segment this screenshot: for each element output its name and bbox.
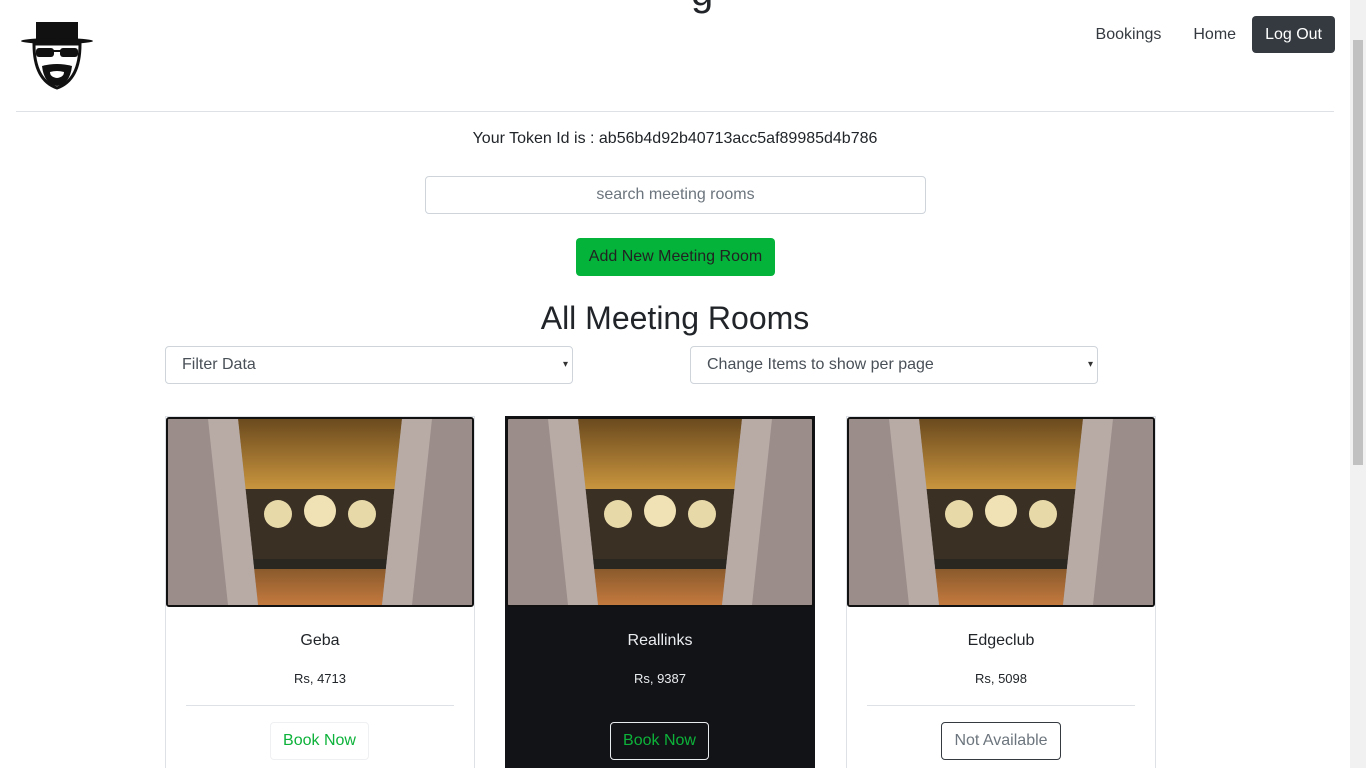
room-price: Rs, 5098 bbox=[974, 671, 1028, 686]
room-name: Edgeclub bbox=[967, 632, 1035, 649]
chevron-down-icon: ▾ bbox=[562, 359, 568, 370]
room-card: Reallinks Rs, 9387 Book Now bbox=[505, 416, 815, 768]
room-price: Rs, 4713 bbox=[293, 671, 347, 686]
top-nav: Bookings Home Log Out bbox=[1080, 16, 1335, 53]
filter-select[interactable]: Filter Data ▾ bbox=[165, 346, 573, 384]
add-meeting-room-button[interactable]: Add New Meeting Room bbox=[576, 238, 775, 276]
token-text: Your Token Id is : ab56b4d92b40713acc5af… bbox=[472, 130, 878, 147]
scrollbar-thumb[interactable] bbox=[1353, 40, 1363, 465]
page-scrollbar[interactable] bbox=[1350, 0, 1366, 768]
page-title: All Meeting Rooms bbox=[540, 300, 810, 336]
room-card: Geba Rs, 4713 Book Now bbox=[165, 416, 475, 768]
book-now-button[interactable]: Book Now bbox=[610, 722, 709, 760]
header-divider bbox=[16, 111, 1334, 112]
room-name: Reallinks bbox=[627, 632, 693, 649]
items-per-page-select-value: Change Items to show per page bbox=[707, 356, 934, 373]
nav-home-link[interactable]: Home bbox=[1177, 18, 1252, 52]
items-per-page-select[interactable]: Change Items to show per page ▾ bbox=[690, 346, 1098, 384]
room-card: Edgeclub Rs, 5098 Not Available bbox=[846, 416, 1156, 768]
room-price: Rs, 9387 bbox=[633, 671, 687, 686]
card-divider bbox=[867, 705, 1135, 706]
book-now-button[interactable]: Book Now bbox=[270, 722, 369, 760]
room-image bbox=[506, 417, 814, 607]
search-input[interactable] bbox=[425, 176, 926, 214]
page: g Bookings Home Log Out Your Token Id is… bbox=[0, 0, 1366, 768]
card-divider bbox=[526, 705, 794, 706]
filter-select-value: Filter Data bbox=[182, 356, 256, 373]
logout-button[interactable]: Log Out bbox=[1252, 16, 1335, 53]
not-available-button[interactable]: Not Available bbox=[941, 722, 1061, 760]
logo-heisenberg-icon[interactable] bbox=[20, 18, 94, 92]
room-image bbox=[847, 417, 1155, 607]
room-name: Geba bbox=[300, 632, 340, 649]
card-divider bbox=[186, 705, 454, 706]
chevron-down-icon: ▾ bbox=[1087, 359, 1093, 370]
nav-bookings-link[interactable]: Bookings bbox=[1080, 18, 1178, 52]
page-top-title-fragment: g bbox=[691, 0, 713, 12]
room-image bbox=[166, 417, 474, 607]
